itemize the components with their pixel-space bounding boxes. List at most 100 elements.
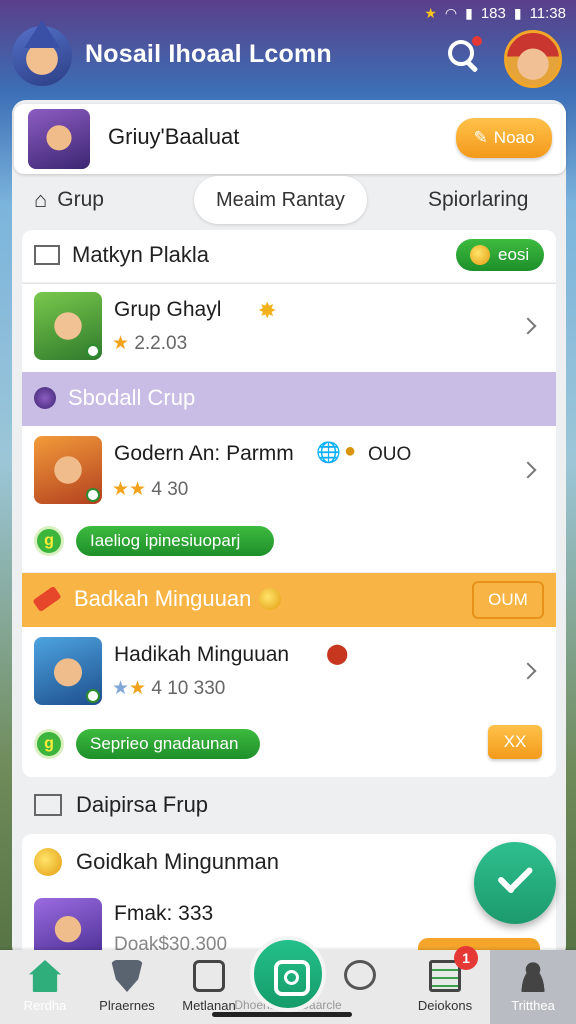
item-rating-value: 4 30 — [151, 479, 189, 500]
item-action-button[interactable]: XX — [488, 725, 542, 759]
tab-grup[interactable]: ⌂ Grup — [34, 176, 104, 224]
star-icon: ★ — [129, 678, 147, 699]
item-title: Godern An: Parmm — [114, 442, 294, 465]
star-icon: ★ — [112, 678, 130, 699]
list-item[interactable]: Godern An: Parmm 🌐 ● OUO ★★ 4 30 g Iaeli… — [22, 426, 556, 572]
badge-icon: ⬤ — [326, 643, 349, 665]
g-icon: g — [34, 729, 64, 759]
nav-item-profile[interactable]: Tritthea — [490, 950, 576, 1024]
nav-label: Metlanan — [182, 998, 236, 1013]
coin-icon: ● — [344, 440, 357, 462]
item-rating-value: 4 10 330 — [151, 678, 226, 699]
edit-icon: ✎ — [473, 128, 488, 147]
search-button[interactable] — [444, 36, 482, 73]
section-title: Sbodall Crup — [68, 385, 196, 410]
section-header: Daipirsa Frup — [34, 792, 208, 818]
shield-icon — [111, 960, 143, 992]
ticket-icon — [32, 585, 62, 613]
mail-icon — [34, 245, 60, 265]
app-title: Nosail Ihoaal Lcomn — [85, 40, 332, 68]
battery-icon: ▮ — [513, 4, 522, 21]
group-avatar — [28, 109, 90, 169]
mail-icon — [34, 794, 62, 816]
tab-meaim-rantay[interactable]: Meaim Rantay — [194, 176, 367, 224]
clock: 11:38 — [529, 4, 566, 22]
floating-action-button[interactable] — [474, 842, 556, 924]
home-icon — [29, 960, 61, 992]
signal-icon: ▮ — [465, 4, 473, 21]
camera-icon — [274, 960, 310, 996]
star-icon: ★ — [424, 4, 437, 21]
group-card[interactable]: Griuy'Baaluat ✎ Noao — [14, 104, 566, 174]
section-action-label: OUM — [488, 590, 528, 609]
chevron-right-icon — [519, 662, 537, 680]
nav-item-players[interactable]: Plraernes — [86, 950, 168, 1024]
nav-label: Deiokons — [417, 998, 473, 1013]
sparkle-icon: ✸ — [258, 298, 277, 323]
group-action-label: Noao — [493, 128, 535, 147]
nav-label: Tritthea — [511, 998, 555, 1013]
app-logo — [12, 20, 72, 86]
tab-bar: ⌂ Grup Meaim Rantay Spiorlaring — [22, 176, 556, 226]
item-pill-label: Seprieo gnadaunan — [90, 734, 239, 753]
nav-label: Rerdha — [23, 998, 67, 1013]
item-pill-label: Iaeliog ipinesiuoparj — [90, 531, 241, 550]
item-title: Grup Ghayl — [114, 298, 222, 321]
globe-icon: 🌐 — [316, 442, 341, 464]
section-title: Daipirsa Frup — [76, 792, 209, 817]
user-icon — [517, 960, 549, 992]
star-icon: ★★ — [112, 479, 147, 500]
coin-icon — [259, 588, 282, 610]
item-pill[interactable]: Iaeliog ipinesiuoparj — [76, 526, 274, 556]
notification-badge: 1 — [454, 946, 478, 970]
tab-spiorlaring[interactable]: Spiorlaring — [428, 176, 528, 224]
wifi-icon: ◠ — [444, 4, 458, 21]
tab-spiorlaring-label: Spiorlaring — [428, 188, 529, 211]
coin-icon — [34, 848, 62, 876]
owl-icon — [344, 960, 376, 990]
camera-button[interactable] — [250, 936, 326, 1012]
section-pill-label: eosi — [498, 245, 530, 264]
item-extra: OUO — [368, 444, 412, 465]
signal-text: 183 — [480, 4, 506, 22]
item-pill[interactable]: Seprieo gnadaunan — [76, 729, 260, 759]
item-thumbnail — [34, 637, 102, 705]
g-icon: g — [34, 526, 64, 556]
status-bar: ★ ◠ ▮ 183 ▮ 11:38 — [0, 0, 576, 26]
calendar-icon — [193, 960, 225, 992]
item-thumbnail — [34, 292, 102, 360]
item-thumbnail — [34, 898, 102, 958]
section-title: Badkah Minguuan — [74, 586, 252, 611]
section-pill[interactable]: eosi — [456, 239, 544, 271]
section-header: Sbodall Crup — [22, 372, 556, 426]
nav-item-home[interactable]: Rerdha — [4, 950, 86, 1024]
list-item[interactable]: Grup Ghayl ✸ ★ 2.2.03 — [22, 283, 556, 372]
nav-label: Plraernes — [99, 998, 155, 1013]
star-icon: ★ — [112, 333, 130, 354]
list-item[interactable]: Hadikah Minguuan ⬤ ★★ 4 10 330 g Seprieo… — [22, 627, 556, 777]
group-icon: ⌂ — [34, 187, 48, 212]
chevron-right-icon — [519, 461, 537, 479]
coin-icon — [470, 245, 490, 265]
tab-meaim-label: Meaim Rantay — [216, 188, 345, 211]
section-title: Matkyn Plakla — [72, 242, 209, 267]
item-title: Fmak: 333 — [114, 902, 214, 925]
section-header: Matkyn Plakla eosi — [22, 230, 556, 282]
home-indicator — [212, 1012, 352, 1017]
chevron-right-icon — [519, 317, 537, 335]
bag-icon — [34, 387, 56, 409]
notification-dot — [472, 36, 482, 46]
item-rating-value: 2.2.03 — [134, 333, 188, 354]
item-rating: ★★ 4 10 330 — [112, 677, 225, 700]
group-name: Griuy'Baaluat — [108, 124, 240, 149]
profile-avatar[interactable] — [504, 30, 562, 88]
item-thumbnail — [34, 436, 102, 504]
item-title: Hadikah Minguuan — [114, 643, 290, 666]
tab-grup-label: Grup — [57, 188, 104, 211]
section-title: Goidkah Mingunman — [76, 849, 280, 874]
section-action-button[interactable]: OUM — [472, 581, 544, 619]
item-rating: ★ 2.2.03 — [112, 332, 187, 355]
item-rating: ★★ 4 30 — [112, 478, 188, 501]
group-action-button[interactable]: ✎ Noao — [456, 118, 552, 158]
item-action-label: XX — [503, 732, 527, 751]
